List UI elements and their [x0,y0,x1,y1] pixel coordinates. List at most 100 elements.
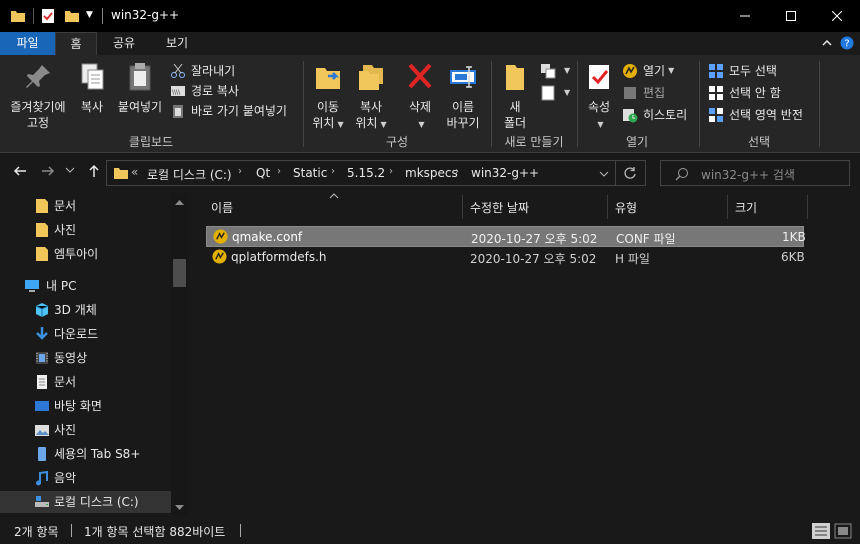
breadcrumb-qt[interactable]: Qt [256,166,270,180]
easy-access-button[interactable]: ▼ [540,83,570,103]
breadcrumb-local-disk[interactable]: 로컬 디스크 (C:) [147,166,232,183]
easy-access-icon [540,85,556,101]
column-divider[interactable] [727,195,728,219]
ribbon-separator [819,61,820,147]
breadcrumb-current[interactable]: win32-g++ [471,166,539,180]
address-row: « 로컬 디스크 (C:) › Qt › Static › 5.15.2 › m… [0,153,860,193]
invert-selection-button[interactable]: 선택 영역 반전 [708,105,803,125]
breadcrumb-separator-icon[interactable]: › [331,166,335,177]
history-button[interactable]: 히스토리 [622,105,687,125]
copy-path-icon: \\\\ [170,83,186,99]
paste-button[interactable]: 붙여넣기 [114,61,166,115]
select-none-button[interactable]: 선택 안 함 [708,83,781,103]
sidebar-item-m2i[interactable]: 엠투아이 [0,243,171,265]
copy-path-button[interactable]: \\\\ 경로 복사 [170,81,239,101]
sidebar-item-videos[interactable]: 동영상 [0,347,171,369]
file-date: 2020-10-27 오후 5:02 [471,232,598,246]
scroll-up-icon[interactable] [175,199,184,205]
copy-icon [76,61,108,93]
collapse-ribbon-icon[interactable] [820,36,834,50]
recent-locations-button[interactable] [60,163,80,183]
sidebar-item-desktop[interactable]: 바탕 화면 [0,395,171,417]
document-icon [37,375,47,389]
column-header-name[interactable]: 이름 [211,199,233,216]
maximize-button[interactable] [768,0,814,32]
sidebar-item-label: 로컬 디스크 (C:) [54,495,139,509]
breadcrumb-separator-icon[interactable]: › [455,166,459,177]
column-divider[interactable] [607,195,608,219]
sidebar-item-music[interactable]: 음악 [0,467,171,489]
copy-to-icon [355,61,387,93]
scroll-down-icon[interactable] [175,505,184,511]
column-header-date[interactable]: 수정한 날짜 [470,199,529,216]
video-icon [36,352,48,364]
tab-view[interactable]: 보기 [155,32,199,55]
search-input[interactable]: win32-g++ 검색 [660,160,850,186]
column-header-size[interactable]: 크기 [735,199,757,216]
address-dropdown-icon[interactable] [599,169,609,179]
properties-qa-icon[interactable] [40,8,56,24]
copy-to-button[interactable]: 복사 위치 ▼ [350,61,392,133]
sidebar-scrollbar[interactable] [171,193,188,517]
up-button[interactable] [84,163,104,183]
address-bar[interactable]: « 로컬 디스크 (C:) › Qt › Static › 5.15.2 › m… [106,160,646,186]
sidebar-item-local-disk[interactable]: 로컬 디스크 (C:) [0,491,171,513]
rename-button[interactable]: 이름 바꾸기 [442,61,484,131]
properties-button[interactable]: 속성 ▼ [580,61,618,133]
group-label-organize: 구성 [385,135,409,149]
breadcrumb-version[interactable]: 5.15.2 [347,166,385,180]
sidebar-item-documents-qa[interactable]: 문서 [0,195,171,217]
group-label-clipboard: 클립보드 [128,135,174,149]
cut-button[interactable]: 잘라내기 [170,61,235,81]
sidebar-item-label: 음악 [54,471,77,485]
pin-to-quick-access-button[interactable]: 즐겨찾기에 고정 [6,61,70,131]
sidebar-item-this-pc[interactable]: 내 PC [0,275,171,297]
edit-button[interactable]: 편집 [622,83,665,103]
select-all-label: 모두 선택 [729,64,777,78]
back-button[interactable] [10,163,30,183]
breadcrumb-static[interactable]: Static [293,166,327,180]
close-button[interactable] [814,0,860,32]
sidebar-item-documents[interactable]: 문서 [0,371,171,393]
quick-access-dropdown[interactable]: ▼ [86,10,93,20]
sidebar-item-tablet[interactable]: 세용의 Tab S8+ [0,443,171,465]
tab-home[interactable]: 홈 [55,32,97,55]
column-divider[interactable] [462,195,463,219]
tab-file[interactable]: 파일 [0,32,55,55]
tab-share[interactable]: 공유 [103,32,145,55]
table-row[interactable]: qplatformdefs.h 2020-10-27 오후 5:02 H 파일 … [206,247,805,268]
new-folder-icon [499,61,531,93]
select-all-button[interactable]: 모두 선택 [708,61,777,81]
folder-icon [114,168,128,179]
breadcrumb-overflow[interactable]: « [131,165,138,179]
column-header-type[interactable]: 유형 [615,199,637,216]
help-icon[interactable]: ? [840,36,854,50]
sidebar-item-pictures-qa[interactable]: 사진 [0,219,171,241]
breadcrumb-separator-icon[interactable]: › [238,166,242,177]
move-to-button[interactable]: 이동 위치 ▼ [308,61,348,133]
sidebar-item-label: 사진 [54,223,77,237]
new-folder-qa-icon[interactable] [64,8,80,24]
column-divider[interactable] [807,195,808,219]
new-item-button[interactable]: ▼ [540,61,570,81]
sidebar-item-pictures[interactable]: 사진 [0,419,171,441]
forward-button[interactable] [38,163,58,183]
paste-shortcut-button[interactable]: 바로 가기 붙여넣기 [170,101,287,121]
sidebar-item-label: 세용의 Tab S8+ [54,447,141,461]
details-view-icon[interactable] [812,523,830,539]
group-label-open: 열기 [625,135,649,149]
new-folder-button[interactable]: 새 폴더 [496,61,534,131]
open-button[interactable]: 열기 ▼ [622,61,674,81]
refresh-icon[interactable] [623,166,637,180]
sidebar-item-3d-objects[interactable]: 3D 개체 [0,299,171,321]
sidebar-item-downloads[interactable]: 다운로드 [0,323,171,345]
large-icons-view-icon[interactable] [834,523,852,539]
breadcrumb-mkspecs[interactable]: mkspecs [405,166,458,180]
scrollbar-thumb[interactable] [173,259,186,287]
delete-button[interactable]: 삭제 ▼ [400,61,440,133]
copy-button[interactable]: 복사 [72,61,112,115]
minimize-button[interactable] [722,0,768,32]
breadcrumb-separator-icon[interactable]: › [277,166,281,177]
table-row[interactable]: qmake.conf 2020-10-27 오후 5:02 CONF 파일 1K… [206,226,806,247]
breadcrumb-separator-icon[interactable]: › [389,166,393,177]
